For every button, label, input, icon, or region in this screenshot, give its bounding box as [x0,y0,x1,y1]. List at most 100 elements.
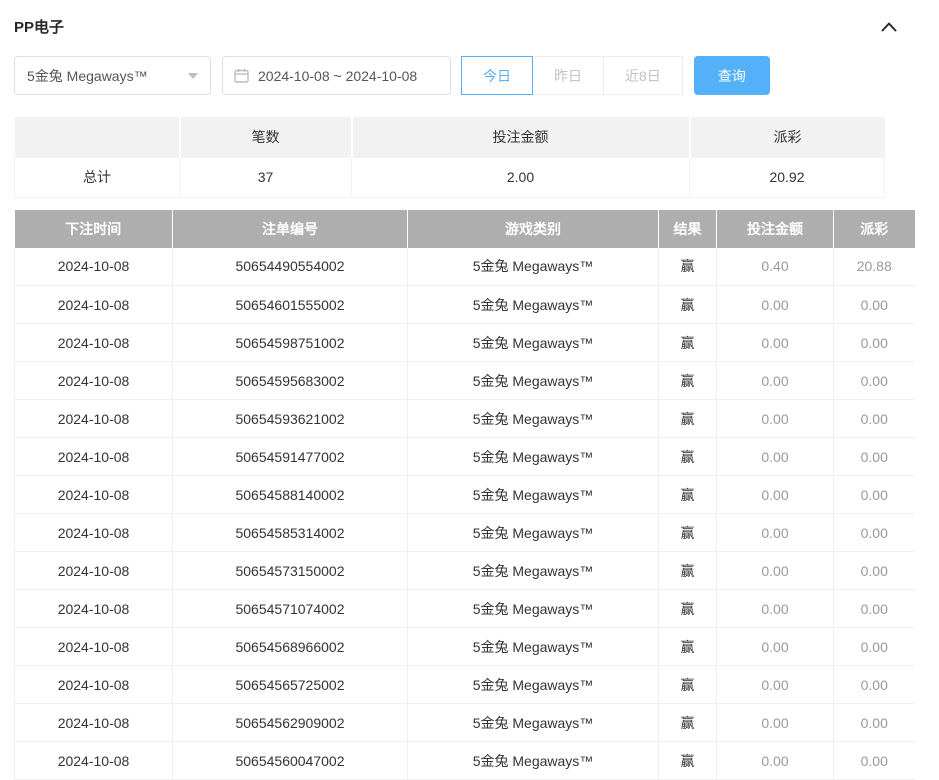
query-button[interactable]: 查询 [694,56,770,95]
detail-header-payout: 派彩 [834,210,915,248]
cell-bet-amount: 0.00 [717,362,834,400]
cell-bet-amount: 0.00 [717,286,834,324]
table-row: 2024-10-08506545657250025金兔 Megaways™赢0.… [15,666,915,704]
table-row: 2024-10-08506545987510025金兔 Megaways™赢0.… [15,324,915,362]
table-row: 2024-10-08506545731500025金兔 Megaways™赢0.… [15,552,915,590]
cell-bet-amount: 0.00 [717,590,834,628]
cell-bet-time: 2024-10-08 [15,514,173,552]
table-row: 2024-10-08506545689660025金兔 Megaways™赢0.… [15,628,915,666]
cell-game-category: 5金兔 Megaways™ [408,438,659,476]
cell-game-category: 5金兔 Megaways™ [408,742,659,780]
date-range-value: 2024-10-08 ~ 2024-10-08 [258,68,417,84]
panel-title: PP电子 [14,16,64,37]
cell-bet-time: 2024-10-08 [15,248,173,286]
cell-result: 赢 [659,400,717,438]
cell-bet-id: 50654573150002 [173,552,408,590]
panel-header: PP电子 [14,12,925,40]
cell-bet-amount: 0.40 [717,248,834,286]
cell-bet-amount: 0.00 [717,476,834,514]
cell-game-category: 5金兔 Megaways™ [408,248,659,286]
cell-bet-amount: 0.00 [717,628,834,666]
cell-payout: 0.00 [834,628,915,666]
cell-bet-id: 50654588140002 [173,476,408,514]
cell-result: 赢 [659,666,717,704]
cell-game-category: 5金兔 Megaways™ [408,476,659,514]
summary-table: 笔数 投注金额 派彩 总计 37 2.00 20.92 [14,117,885,198]
chevron-up-icon [881,21,897,32]
cell-bet-id: 50654593621002 [173,400,408,438]
cell-payout: 0.00 [834,742,915,780]
cell-bet-time: 2024-10-08 [15,438,173,476]
table-row: 2024-10-08506545600470025金兔 Megaways™赢0.… [15,742,915,780]
quick-range-yesterday[interactable]: 昨日 [532,56,604,95]
cell-bet-amount: 0.00 [717,400,834,438]
table-row: 2024-10-08506545936210025金兔 Megaways™赢0.… [15,400,915,438]
quick-range-today[interactable]: 今日 [461,56,533,95]
date-range-picker[interactable]: 2024-10-08 ~ 2024-10-08 [222,56,451,95]
detail-header-row: 下注时间 注单编号 游戏类别 结果 投注金额 派彩 [15,210,915,248]
table-row: 2024-10-08506544905540025金兔 Megaways™赢0.… [15,248,915,286]
cell-bet-time: 2024-10-08 [15,476,173,514]
collapse-button[interactable] [881,21,897,32]
cell-payout: 0.00 [834,438,915,476]
cell-game-category: 5金兔 Megaways™ [408,704,659,742]
detail-header-result: 结果 [659,210,717,248]
cell-payout: 0.00 [834,362,915,400]
cell-bet-id: 50654585314002 [173,514,408,552]
cell-bet-amount: 0.00 [717,666,834,704]
cell-bet-id: 50654595683002 [173,362,408,400]
cell-payout: 0.00 [834,704,915,742]
cell-result: 赢 [659,552,717,590]
cell-bet-amount: 0.00 [717,514,834,552]
bet-records-table: 下注时间 注单编号 游戏类别 结果 投注金额 派彩 2024-10-085065… [14,210,915,780]
cell-payout: 0.00 [834,476,915,514]
summary-header-row: 笔数 投注金额 派彩 [15,117,885,157]
cell-bet-time: 2024-10-08 [15,400,173,438]
cell-payout: 0.00 [834,400,915,438]
quick-range-last8days[interactable]: 近8日 [603,56,683,95]
cell-game-category: 5金兔 Megaways™ [408,514,659,552]
cell-result: 赢 [659,438,717,476]
cell-bet-id: 50654571074002 [173,590,408,628]
cell-bet-time: 2024-10-08 [15,590,173,628]
summary-header-count: 笔数 [180,117,352,157]
cell-bet-time: 2024-10-08 [15,286,173,324]
cell-bet-amount: 0.00 [717,324,834,362]
cell-bet-time: 2024-10-08 [15,666,173,704]
cell-result: 赢 [659,324,717,362]
cell-result: 赢 [659,362,717,400]
quick-range-group: 今日 昨日 近8日 [462,56,683,95]
cell-payout: 0.00 [834,514,915,552]
cell-payout: 0.00 [834,666,915,704]
table-row: 2024-10-08506545956830025金兔 Megaways™赢0.… [15,362,915,400]
table-row: 2024-10-08506545629090025金兔 Megaways™赢0.… [15,704,915,742]
summary-total-row: 总计 37 2.00 20.92 [15,157,885,197]
cell-game-category: 5金兔 Megaways™ [408,628,659,666]
cell-payout: 0.00 [834,324,915,362]
table-row: 2024-10-08506545914770025金兔 Megaways™赢0.… [15,438,915,476]
cell-game-category: 5金兔 Megaways™ [408,400,659,438]
detail-table-body: 2024-10-08506544905540025金兔 Megaways™赢0.… [15,248,915,780]
chevron-down-icon [188,73,198,84]
game-select-value: 5金兔 Megaways™ [27,66,148,86]
cell-total-payout: 20.92 [690,157,885,197]
table-row: 2024-10-08506545710740025金兔 Megaways™赢0.… [15,590,915,628]
cell-bet-time: 2024-10-08 [15,742,173,780]
summary-header-empty [15,117,180,157]
cell-bet-time: 2024-10-08 [15,552,173,590]
cell-payout: 20.88 [834,248,915,286]
cell-game-category: 5金兔 Megaways™ [408,552,659,590]
cell-bet-id: 50654562909002 [173,704,408,742]
game-select[interactable]: 5金兔 Megaways™ [14,56,211,95]
pp-slots-panel: PP电子 5金兔 Megaways™ 2024-10-08 ~ 2024-10-… [0,0,939,780]
cell-game-category: 5金兔 Megaways™ [408,590,659,628]
cell-bet-id: 50654560047002 [173,742,408,780]
filter-bar: 5金兔 Megaways™ 2024-10-08 ~ 2024-10-08 今日… [14,56,925,95]
cell-result: 赢 [659,286,717,324]
cell-bet-time: 2024-10-08 [15,362,173,400]
detail-header-bet-time: 下注时间 [15,210,173,248]
cell-bet-id: 50654601555002 [173,286,408,324]
cell-result: 赢 [659,476,717,514]
cell-total-bet-amount: 2.00 [352,157,690,197]
cell-bet-id: 50654490554002 [173,248,408,286]
